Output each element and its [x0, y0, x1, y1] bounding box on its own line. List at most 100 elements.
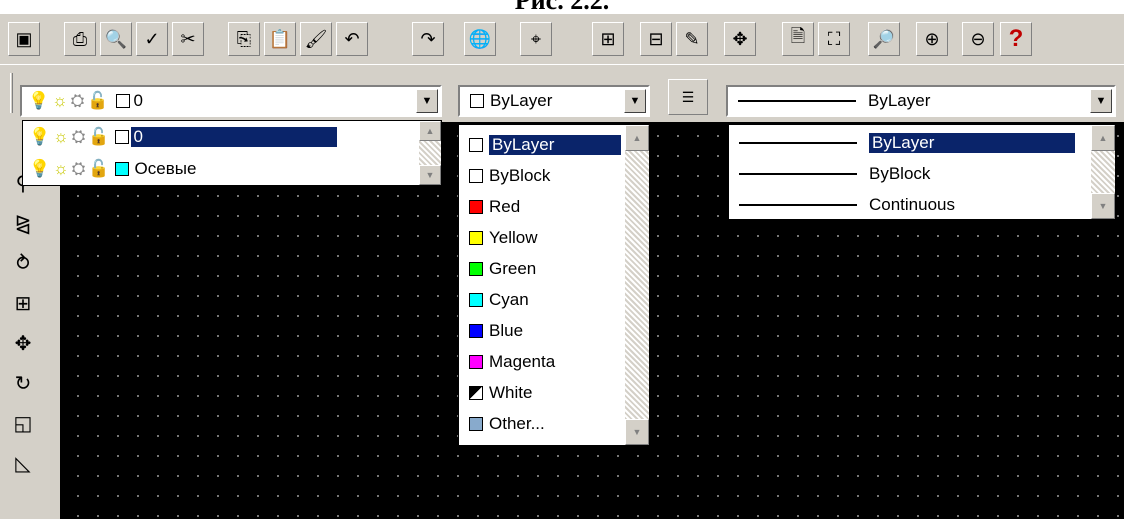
move-button[interactable]: ✥ — [6, 328, 40, 358]
scroll-down-button[interactable]: ▼ — [1091, 193, 1115, 219]
color-swatch — [469, 292, 483, 307]
layer-color-swatch — [115, 94, 130, 108]
linetype-name: Continuous — [869, 194, 956, 214]
paste-button[interactable]: 📋 — [264, 22, 296, 56]
list-item[interactable]: Blue — [459, 315, 625, 346]
pan-button[interactable]: ✥ — [724, 22, 756, 56]
layer-state-icons: 💡 ☼ ⛭ 🔓 — [29, 127, 131, 147]
copy-button[interactable]: ⎘ — [228, 22, 260, 56]
linetype-preview — [739, 172, 857, 175]
scale-button[interactable]: ◱ — [6, 408, 40, 438]
list-item[interactable]: ByBlock — [459, 160, 625, 191]
color-current-name: ByLayer — [490, 91, 553, 110]
layer-color-swatch — [114, 162, 129, 176]
redo-button[interactable]: ↷ — [412, 22, 444, 56]
help-icon: ? — [1008, 25, 1024, 52]
hyperlink-button[interactable]: 🌐 — [464, 22, 496, 56]
tracking-button[interactable]: ⌖ — [520, 22, 552, 56]
aerial-view-button[interactable]: ⛶ — [818, 22, 850, 56]
list-item[interactable]: Continuous — [729, 189, 1079, 220]
match-properties-button[interactable]: 🖌 — [300, 22, 332, 56]
offset-button[interactable]: ⥁ — [6, 248, 40, 278]
linetype-manager-button[interactable]: ☰ — [668, 79, 708, 115]
help-button[interactable]: ? — [1000, 22, 1032, 56]
toolbar-grip[interactable] — [10, 73, 13, 113]
sketch-button[interactable]: ✎ — [676, 22, 708, 56]
list-item[interactable]: ByBlock — [729, 158, 1079, 189]
layer-state-icons: 💡 ☼ ⛭ 🔓 — [28, 91, 134, 111]
linetype-icon: ☰ — [681, 88, 695, 105]
color-swatch — [469, 261, 483, 276]
list-item[interactable]: White — [459, 377, 625, 408]
print-button[interactable]: ⎙ — [64, 22, 96, 56]
zoom-window-icon: ⊕ — [924, 28, 940, 49]
scale-icon: ◱ — [13, 412, 33, 435]
lock-icon: 🔓 — [87, 91, 109, 110]
scroll-down-button[interactable]: ▼ — [625, 419, 649, 445]
cut-button[interactable]: ✂ — [172, 22, 204, 56]
print-preview-icon: 🔍 — [104, 28, 128, 49]
lightbulb-icon: 💡 — [29, 159, 51, 178]
layer-dropdown-button[interactable]: ▼ — [416, 89, 438, 113]
scroll-up-button[interactable]: ▲ — [1091, 125, 1115, 151]
undo-button[interactable]: ↶ — [336, 22, 368, 56]
snap-button[interactable]: ⊞ — [592, 22, 624, 56]
list-item[interactable]: Yellow — [459, 222, 625, 253]
list-item[interactable]: ByLayer — [459, 129, 625, 160]
zoom-realtime-icon: 🔎 — [872, 28, 896, 49]
layer-dropdown-list: 💡 ☼ ⛭ 🔓 0 💡 ☼ ⛭ 🔓 Осевые ▲ ▼ — [22, 120, 442, 186]
list-item[interactable]: Other... — [459, 408, 625, 439]
sketch-icon: ✎ — [684, 28, 700, 49]
color-name: ByLayer — [488, 133, 622, 156]
layer-combo[interactable]: 💡 ☼ ⛭ 🔓 0 ▼ — [20, 85, 442, 117]
rotate-button[interactable]: ↻ — [6, 368, 40, 398]
sun-icon: ☼ — [53, 127, 69, 146]
linetype-dropdown-button[interactable]: ▼ — [1090, 89, 1112, 113]
spell-check-button[interactable]: ✓ — [136, 22, 168, 56]
scroll-up-button[interactable]: ▲ — [625, 125, 649, 151]
layer-name: 0 — [129, 126, 338, 148]
lightbulb-icon: 💡 — [29, 127, 51, 146]
stretch-button[interactable]: ◺ — [6, 448, 40, 478]
named-views-button[interactable]: 🗎 — [782, 22, 814, 56]
zoom-previous-button[interactable]: ⊖ — [962, 22, 994, 56]
tracking-icon: ⌖ — [530, 28, 542, 49]
print-preview-button[interactable]: 🔍 — [100, 22, 132, 56]
save-icon: ▣ — [15, 28, 33, 49]
list-item[interactable]: 💡 ☼ ⛭ 🔓 0 — [23, 121, 441, 153]
color-list-scrollbar[interactable]: ▲ ▼ — [625, 125, 649, 445]
rotate-icon: ↻ — [14, 372, 32, 395]
linetype-combo[interactable]: ByLayer ▼ — [726, 85, 1116, 117]
stretch-icon: ◺ — [15, 452, 31, 475]
array-button[interactable]: ⊞ — [6, 288, 40, 318]
save-button[interactable]: ▣ — [8, 22, 40, 56]
list-item[interactable]: Cyan — [459, 284, 625, 315]
cut-icon: ✂ — [180, 28, 196, 49]
color-swatch — [469, 354, 483, 369]
viewport-icon: ⛭ — [70, 91, 85, 110]
list-item[interactable]: Red — [459, 191, 625, 222]
scroll-down-button[interactable]: ▼ — [419, 165, 441, 185]
layer-list-scrollbar[interactable]: ▲ ▼ — [419, 121, 441, 185]
color-name: Yellow — [489, 227, 538, 247]
list-item[interactable]: ByLayer — [729, 127, 1079, 158]
zoom-realtime-button[interactable]: 🔎 — [868, 22, 900, 56]
ucs-button[interactable]: ⊟ — [640, 22, 672, 56]
list-item[interactable]: Green — [459, 253, 625, 284]
scroll-up-button[interactable]: ▲ — [419, 121, 441, 141]
zoom-window-button[interactable]: ⊕ — [916, 22, 948, 56]
linetype-list-scrollbar[interactable]: ▲ ▼ — [1091, 125, 1115, 219]
ucs-icon: ⊟ — [648, 28, 664, 49]
aerial-view-icon: ⛶ — [827, 28, 841, 49]
color-name: Magenta — [489, 351, 556, 371]
linetype-name: ByLayer — [868, 131, 1076, 154]
snap-icon: ⊞ — [600, 28, 616, 49]
list-item[interactable]: Magenta — [459, 346, 625, 377]
color-swatch — [469, 199, 483, 214]
mirror-button[interactable]: ⧎ — [6, 208, 40, 238]
sun-icon: ☼ — [53, 159, 69, 178]
color-name: White — [489, 382, 533, 402]
list-item[interactable]: 💡 ☼ ⛭ 🔓 Осевые — [23, 153, 441, 185]
color-dropdown-button[interactable]: ▼ — [624, 89, 646, 113]
color-combo[interactable]: ByLayer ▼ — [458, 85, 650, 117]
